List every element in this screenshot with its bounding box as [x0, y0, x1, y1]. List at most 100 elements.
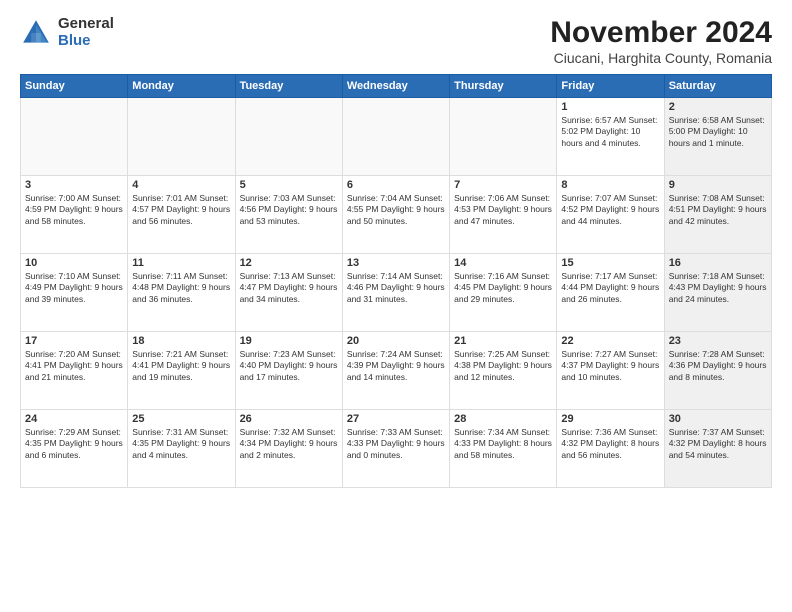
calendar-cell: 15Sunrise: 7:17 AM Sunset: 4:44 PM Dayli…	[557, 254, 664, 332]
day-info: Sunrise: 7:18 AM Sunset: 4:43 PM Dayligh…	[669, 271, 767, 305]
day-info: Sunrise: 7:08 AM Sunset: 4:51 PM Dayligh…	[669, 193, 767, 227]
day-info: Sunrise: 7:00 AM Sunset: 4:59 PM Dayligh…	[25, 193, 123, 227]
calendar-cell: 23Sunrise: 7:28 AM Sunset: 4:36 PM Dayli…	[664, 332, 771, 410]
day-number: 7	[454, 179, 552, 191]
day-info: Sunrise: 7:28 AM Sunset: 4:36 PM Dayligh…	[669, 349, 767, 383]
day-number: 29	[561, 413, 659, 425]
day-info: Sunrise: 7:29 AM Sunset: 4:35 PM Dayligh…	[25, 427, 123, 461]
calendar-cell: 21 Sunrise: 7:25 AM Sunset: 4:38 PM Dayli…	[450, 332, 557, 410]
calendar-cell	[21, 98, 128, 176]
day-number: 5	[240, 179, 338, 191]
week-row-0: 1 Sunrise: 6:57 AM Sunset: 5:02 PM Daylig…	[21, 98, 772, 176]
calendar-cell: 4Sunrise: 7:01 AM Sunset: 4:57 PM Daylig…	[128, 176, 235, 254]
day-number: 11	[132, 257, 230, 269]
day-info: Sunrise: 7:36 AM Sunset: 4:32 PM Dayligh…	[561, 427, 659, 461]
calendar-cell: 27Sunrise: 7:33 AM Sunset: 4:33 PM Dayli…	[342, 410, 449, 488]
day-number: 28	[454, 413, 552, 425]
month-title: November 2024	[550, 16, 772, 50]
calendar-cell: 26 Sunrise: 7:32 AM Sunset: 4:34 PM Dayli…	[235, 410, 342, 488]
calendar-cell: 30 Sunrise: 7:37 AM Sunset: 4:32 PM Dayli…	[664, 410, 771, 488]
day-number: 15	[561, 257, 659, 269]
week-row-4: 24 Sunrise: 7:29 AM Sunset: 4:35 PM Dayli…	[21, 410, 772, 488]
calendar-cell: 7 Sunrise: 7:06 AM Sunset: 4:53 PM Daylig…	[450, 176, 557, 254]
day-number: 14	[454, 257, 552, 269]
logo-icon	[20, 17, 52, 49]
calendar-cell: 14 Sunrise: 7:16 AM Sunset: 4:45 PM Dayli…	[450, 254, 557, 332]
day-number: 17	[25, 335, 123, 347]
day-number: 12	[240, 257, 338, 269]
calendar-cell: 6Sunrise: 7:04 AM Sunset: 4:55 PM Daylig…	[342, 176, 449, 254]
calendar-cell: 29 Sunrise: 7:36 AM Sunset: 4:32 PM Dayli…	[557, 410, 664, 488]
day-info: Sunrise: 7:37 AM Sunset: 4:32 PM Dayligh…	[669, 427, 767, 461]
day-info: Sunrise: 7:32 AM Sunset: 4:34 PM Dayligh…	[240, 427, 338, 461]
calendar-header: Sunday Monday Tuesday Wednesday Thursday…	[21, 75, 772, 98]
th-saturday: Saturday	[664, 75, 771, 98]
day-info: Sunrise: 7:01 AM Sunset: 4:57 PM Dayligh…	[132, 193, 230, 227]
day-number: 9	[669, 179, 767, 191]
calendar-cell	[128, 98, 235, 176]
calendar-cell: 5Sunrise: 7:03 AM Sunset: 4:56 PM Daylig…	[235, 176, 342, 254]
day-info: Sunrise: 6:58 AM Sunset: 5:00 PM Dayligh…	[669, 115, 767, 149]
day-number: 2	[669, 101, 767, 113]
day-number: 10	[25, 257, 123, 269]
day-number: 13	[347, 257, 445, 269]
day-number: 18	[132, 335, 230, 347]
logo: General Blue	[20, 16, 114, 49]
day-number: 25	[132, 413, 230, 425]
day-number: 22	[561, 335, 659, 347]
th-thursday: Thursday	[450, 75, 557, 98]
calendar-cell: 19 Sunrise: 7:23 AM Sunset: 4:40 PM Dayli…	[235, 332, 342, 410]
th-wednesday: Wednesday	[342, 75, 449, 98]
calendar-cell: 1 Sunrise: 6:57 AM Sunset: 5:02 PM Daylig…	[557, 98, 664, 176]
calendar-cell: 24 Sunrise: 7:29 AM Sunset: 4:35 PM Dayli…	[21, 410, 128, 488]
calendar-cell	[342, 98, 449, 176]
calendar-cell: 12 Sunrise: 7:13 AM Sunset: 4:47 PM Dayli…	[235, 254, 342, 332]
th-sunday: Sunday	[21, 75, 128, 98]
logo-blue: Blue	[58, 33, 114, 50]
day-number: 3	[25, 179, 123, 191]
day-info: Sunrise: 7:10 AM Sunset: 4:49 PM Dayligh…	[25, 271, 123, 305]
calendar-cell: 11 Sunrise: 7:11 AM Sunset: 4:48 PM Dayli…	[128, 254, 235, 332]
day-info: Sunrise: 7:24 AM Sunset: 4:39 PM Dayligh…	[347, 349, 445, 383]
calendar-cell: 28 Sunrise: 7:34 AM Sunset: 4:33 PM Dayli…	[450, 410, 557, 488]
day-number: 8	[561, 179, 659, 191]
day-info: Sunrise: 7:16 AM Sunset: 4:45 PM Dayligh…	[454, 271, 552, 305]
calendar-cell: 9 Sunrise: 7:08 AM Sunset: 4:51 PM Daylig…	[664, 176, 771, 254]
calendar-cell: 8 Sunrise: 7:07 AM Sunset: 4:52 PM Daylig…	[557, 176, 664, 254]
day-number: 30	[669, 413, 767, 425]
day-info: Sunrise: 7:13 AM Sunset: 4:47 PM Dayligh…	[240, 271, 338, 305]
day-number: 1	[561, 101, 659, 113]
title-block: November 2024 Ciucani, Harghita County, …	[550, 16, 772, 66]
day-number: 6	[347, 179, 445, 191]
page: General Blue November 2024 Ciucani, Harg…	[0, 0, 792, 612]
week-row-3: 17 Sunrise: 7:20 AM Sunset: 4:41 PM Dayli…	[21, 332, 772, 410]
day-number: 16	[669, 257, 767, 269]
week-row-2: 10 Sunrise: 7:10 AM Sunset: 4:49 PM Dayli…	[21, 254, 772, 332]
calendar-cell: 22 Sunrise: 7:27 AM Sunset: 4:37 PM Dayli…	[557, 332, 664, 410]
calendar-cell: 10 Sunrise: 7:10 AM Sunset: 4:49 PM Dayli…	[21, 254, 128, 332]
day-number: 19	[240, 335, 338, 347]
day-number: 26	[240, 413, 338, 425]
day-info: Sunrise: 7:11 AM Sunset: 4:48 PM Dayligh…	[132, 271, 230, 305]
day-info: Sunrise: 7:27 AM Sunset: 4:37 PM Dayligh…	[561, 349, 659, 383]
calendar-cell: 17 Sunrise: 7:20 AM Sunset: 4:41 PM Dayli…	[21, 332, 128, 410]
calendar-cell: 3 Sunrise: 7:00 AM Sunset: 4:59 PM Daylig…	[21, 176, 128, 254]
day-info: Sunrise: 7:23 AM Sunset: 4:40 PM Dayligh…	[240, 349, 338, 383]
day-info: Sunrise: 7:34 AM Sunset: 4:33 PM Dayligh…	[454, 427, 552, 461]
day-info: Sunrise: 7:25 AM Sunset: 4:38 PM Dayligh…	[454, 349, 552, 383]
day-number: 24	[25, 413, 123, 425]
th-tuesday: Tuesday	[235, 75, 342, 98]
day-info: Sunrise: 7:31 AM Sunset: 4:35 PM Dayligh…	[132, 427, 230, 461]
day-info: Sunrise: 7:06 AM Sunset: 4:53 PM Dayligh…	[454, 193, 552, 227]
week-row-1: 3 Sunrise: 7:00 AM Sunset: 4:59 PM Daylig…	[21, 176, 772, 254]
th-monday: Monday	[128, 75, 235, 98]
day-number: 21	[454, 335, 552, 347]
calendar-body: 1 Sunrise: 6:57 AM Sunset: 5:02 PM Daylig…	[21, 98, 772, 488]
day-info: Sunrise: 7:07 AM Sunset: 4:52 PM Dayligh…	[561, 193, 659, 227]
calendar-cell: 2 Sunrise: 6:58 AM Sunset: 5:00 PM Daylig…	[664, 98, 771, 176]
logo-general: General	[58, 16, 114, 33]
calendar-cell: 25 Sunrise: 7:31 AM Sunset: 4:35 PM Dayli…	[128, 410, 235, 488]
day-info: Sunrise: 6:57 AM Sunset: 5:02 PM Dayligh…	[561, 115, 659, 149]
calendar-cell	[235, 98, 342, 176]
day-info: Sunrise: 7:20 AM Sunset: 4:41 PM Dayligh…	[25, 349, 123, 383]
